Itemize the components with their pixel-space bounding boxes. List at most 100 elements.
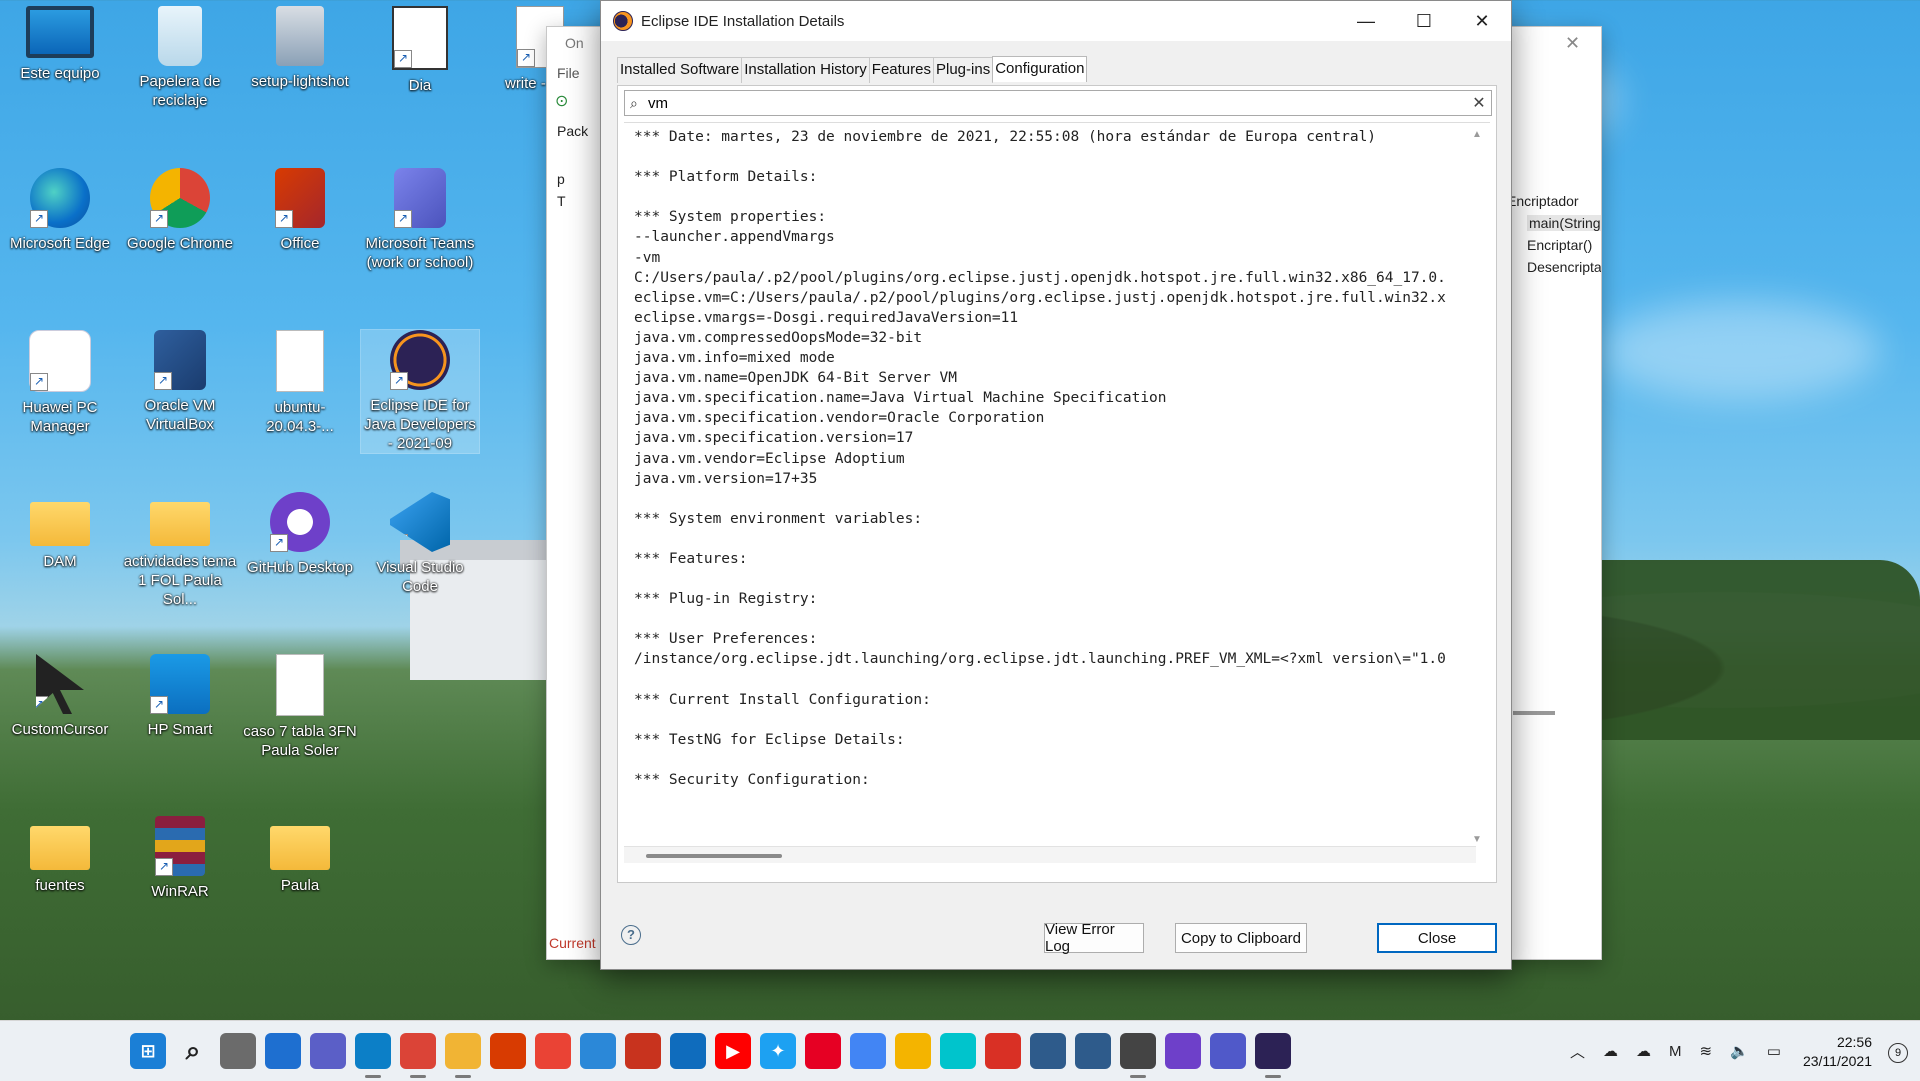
huawei-tray-icon[interactable]: M <box>1669 1043 1682 1060</box>
desktop-icon[interactable]: ↗ WinRAR <box>121 816 239 901</box>
desktop-icon[interactable]: ↗ GitHub Desktop <box>241 492 359 577</box>
config-line: java.vm.name=OpenJDK 64-Bit Server VM <box>634 370 958 387</box>
bg-outline-item[interactable]: Desencripta <box>1527 259 1601 275</box>
bg-close-icon[interactable]: ✕ <box>1565 33 1580 54</box>
help-icon[interactable]: ? <box>621 925 641 945</box>
tab-features[interactable]: Features <box>868 57 934 83</box>
close-window-button[interactable]: ✕ <box>1453 1 1511 41</box>
taskbar-teams-icon[interactable] <box>1210 1033 1246 1069</box>
horizontal-scroll-thumb[interactable] <box>646 854 782 858</box>
battery-icon[interactable]: ▭ <box>1767 1042 1781 1060</box>
desktop-icon[interactable]: ↗ Microsoft Teams (work or school) <box>361 168 479 272</box>
desktop-icon[interactable]: ↗ Google Chrome <box>121 168 239 253</box>
scroll-down-icon[interactable]: ▼ <box>1472 834 1482 845</box>
desktop-icon[interactable]: actividades tema 1 FOL Paula Sol... <box>121 492 239 609</box>
teams-icon: ↗ <box>394 168 446 228</box>
shortcut-arrow-icon: ↗ <box>390 534 408 552</box>
desktop-icon[interactable]: ↗ Oracle VM VirtualBox <box>121 330 239 434</box>
maximize-button[interactable]: ☐ <box>1395 1 1453 41</box>
taskbar-gmail-icon[interactable] <box>535 1033 571 1069</box>
tab-configuration[interactable]: Configuration <box>992 56 1088 82</box>
copy-to-clipboard-button[interactable]: Copy to Clipboard <box>1175 923 1307 953</box>
tab-installed-software[interactable]: Installed Software <box>617 57 743 83</box>
taskbar-twitter-icon[interactable]: ✦ <box>760 1033 796 1069</box>
onedrive-icon[interactable]: ☁ <box>1603 1042 1618 1060</box>
clear-filter-icon[interactable]: ✕ <box>1467 93 1491 113</box>
taskbar-office-icon[interactable] <box>490 1033 526 1069</box>
desktop-icon[interactable]: ↗ Visual Studio Code <box>361 492 479 596</box>
taskbar-search-icon[interactable]: ⌕ <box>175 1033 211 1069</box>
tab-plug-ins[interactable]: Plug-ins <box>933 57 994 83</box>
volume-muted-icon[interactable]: 🔈 <box>1730 1042 1749 1060</box>
tab-installation-history[interactable]: Installation History <box>741 57 870 83</box>
desktop-icon[interactable]: ↗ HP Smart <box>121 654 239 739</box>
shortcut-arrow-icon: ↗ <box>394 210 412 228</box>
notification-badge[interactable]: 9 <box>1888 1043 1908 1063</box>
filter-input[interactable] <box>648 94 1467 112</box>
desktop-icon[interactable]: Este equipo <box>1 6 119 83</box>
desktop-icon[interactable]: Paula <box>241 816 359 895</box>
bg-tree-item[interactable]: p <box>557 171 565 187</box>
desktop-icon[interactable]: ↗ CustomCursor <box>1 654 119 739</box>
bg-scrollbar[interactable] <box>1513 711 1555 715</box>
chevron-up-icon[interactable]: ︿ <box>1570 1041 1585 1062</box>
shortcut-arrow-icon: ↗ <box>275 210 293 228</box>
dialog-titlebar[interactable]: Eclipse IDE Installation Details — ☐ ✕ <box>601 1 1511 41</box>
taskbar-gmail-alt-icon[interactable] <box>985 1033 1021 1069</box>
taskbar-github-icon[interactable] <box>1165 1033 1201 1069</box>
taskbar-chat-icon[interactable] <box>310 1033 346 1069</box>
desktop-icon[interactable]: caso 7 tabla 3FN Paula Soler <box>241 654 359 760</box>
taskbar-start-icon[interactable]: ⊞ <box>130 1033 166 1069</box>
taskbar-docs-icon[interactable] <box>850 1033 886 1069</box>
desktop-icon[interactable]: Papelera de reciclaje <box>121 6 239 110</box>
close-button[interactable]: Close <box>1377 923 1497 953</box>
desktop-icon[interactable]: DAM <box>1 492 119 571</box>
recycle-bin-icon <box>158 6 202 66</box>
bg-outline-item[interactable]: main(String <box>1527 215 1601 231</box>
taskbar-slides-icon[interactable] <box>895 1033 931 1069</box>
desktop-icon-label: Microsoft Edge <box>9 235 111 252</box>
taskbar-file-explorer-icon[interactable] <box>445 1033 481 1069</box>
taskbar-office-alt-icon[interactable] <box>625 1033 661 1069</box>
taskbar-canva-icon[interactable] <box>940 1033 976 1069</box>
desktop-icon[interactable]: ubuntu-20.04.3-... <box>241 330 359 436</box>
configuration-text-area[interactable]: *** Date: martes, 23 de noviembre de 202… <box>624 122 1490 863</box>
config-line: eclipse.vm=C:/Users/paula/.p2/pool/plugi… <box>634 289 1446 306</box>
filter-box[interactable]: ⌕ ✕ <box>624 90 1492 116</box>
taskbar-dia-icon[interactable] <box>1120 1033 1156 1069</box>
taskbar-task-view-icon[interactable] <box>220 1033 256 1069</box>
huawei-icon: ↗ <box>29 330 91 392</box>
taskbar-eclipse-icon[interactable] <box>1255 1033 1291 1069</box>
bg-package-explorer-tab[interactable]: Pack <box>557 123 588 139</box>
taskbar-mysql-workbench-icon[interactable] <box>1030 1033 1066 1069</box>
taskbar-widgets-icon[interactable] <box>265 1033 301 1069</box>
taskbar-edge-icon[interactable] <box>355 1033 391 1069</box>
minimize-button[interactable]: — <box>1337 1 1395 41</box>
onedrive-alt-icon[interactable]: ☁ <box>1636 1042 1651 1060</box>
horizontal-scrollbar[interactable] <box>624 846 1476 863</box>
taskbar-store-icon[interactable] <box>580 1033 616 1069</box>
clock[interactable]: 22:56 23/11/2021 <box>1803 1033 1872 1071</box>
desktop-icon[interactable]: ↗ Microsoft Edge <box>1 168 119 253</box>
desktop-icon[interactable]: ↗ Huawei PC Manager <box>1 330 119 436</box>
scroll-up-icon[interactable]: ▲ <box>1472 129 1482 140</box>
desktop-icon[interactable]: setup-lightshot <box>241 6 359 91</box>
taskbar-youtube-icon[interactable]: ▶ <box>715 1033 751 1069</box>
config-line: java.vm.compressedOopsMode=32-bit <box>634 329 923 346</box>
desktop-icon[interactable]: ↗ Eclipse IDE for Java Developers - 2021-… <box>360 329 480 454</box>
bg-menu-file[interactable]: File <box>557 65 580 81</box>
taskbar-pinterest-icon[interactable] <box>805 1033 841 1069</box>
taskbar-mysql-workbench-alt-icon[interactable] <box>1075 1033 1111 1069</box>
taskbar-chrome-icon[interactable] <box>400 1033 436 1069</box>
bg-tree-item[interactable]: T <box>557 193 566 209</box>
bg-run-icon[interactable]: ⊙ <box>555 91 568 111</box>
taskbar-mail-icon[interactable] <box>670 1033 706 1069</box>
desktop-icon[interactable]: ↗ Dia <box>361 6 479 95</box>
view-error-log-button[interactable]: View Error Log <box>1044 921 1144 955</box>
desktop-icon[interactable]: ↗ Office <box>241 168 359 253</box>
desktop-icon[interactable]: fuentes <box>1 816 119 895</box>
eclipse-icon: ↗ <box>390 330 450 390</box>
bg-outline-item[interactable]: Encriptar() <box>1527 237 1592 253</box>
wifi-icon[interactable]: ≋ <box>1700 1042 1713 1060</box>
vertical-scrollbar[interactable]: ▲ ▼ <box>1470 123 1484 847</box>
